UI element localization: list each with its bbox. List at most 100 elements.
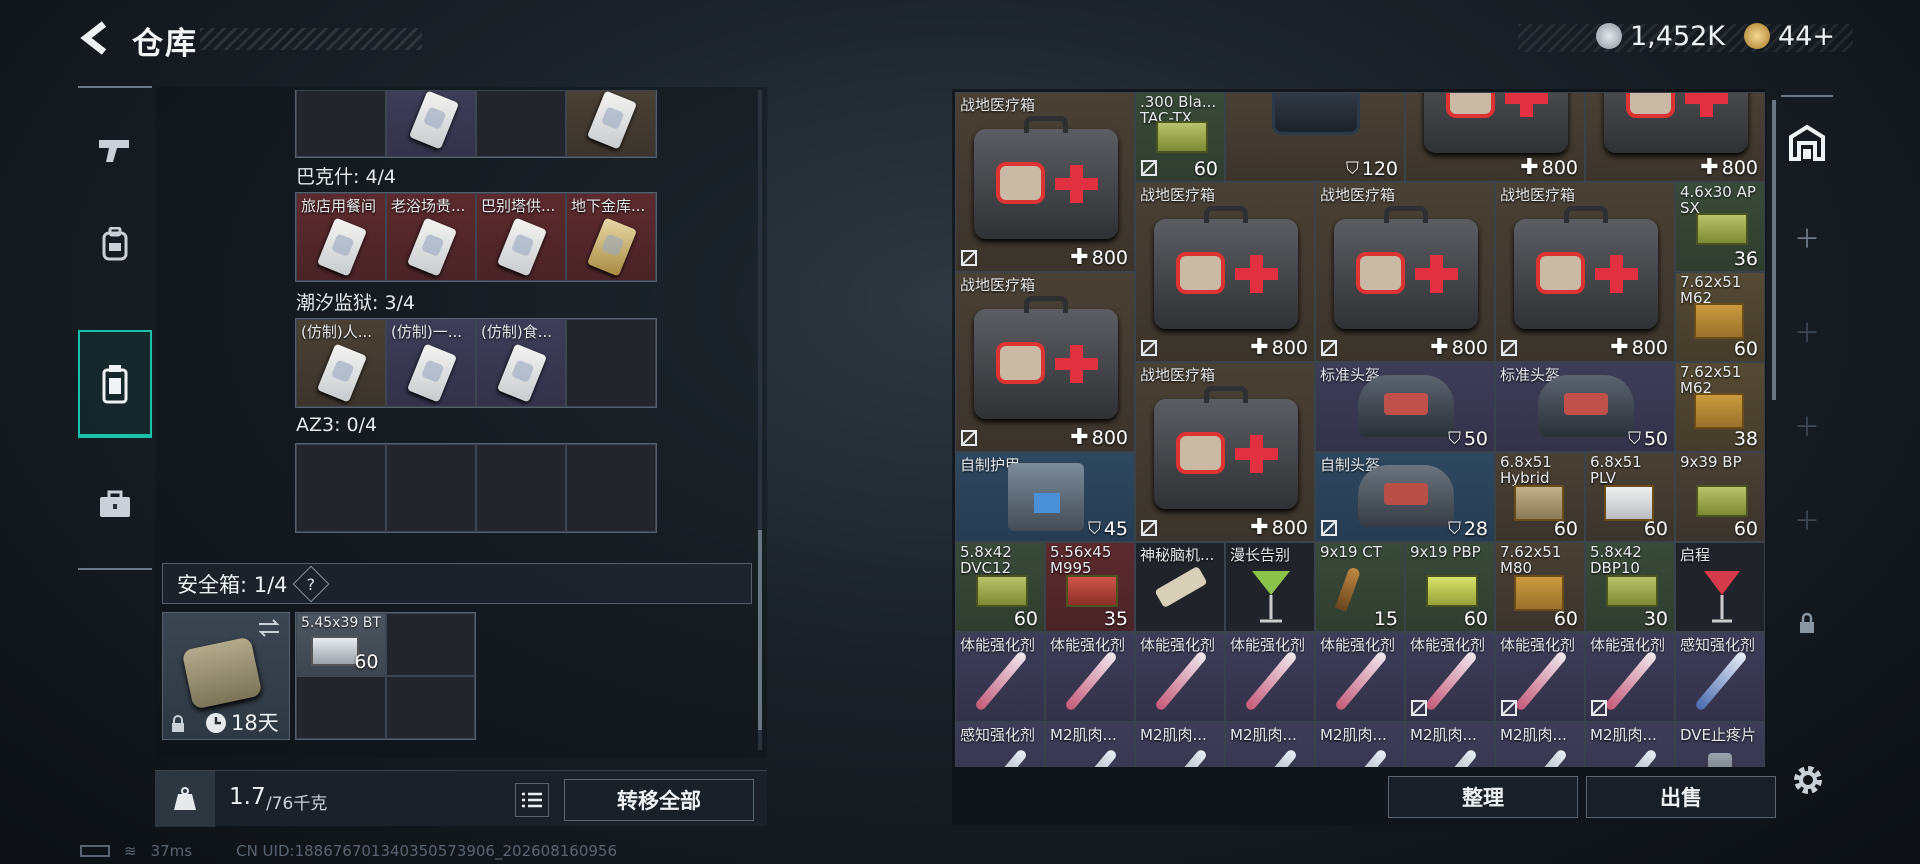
key-grid-bakesh: 旅店用餐间 老浴场贵... 巴别塔供... 地下金库...: [295, 192, 657, 282]
stimulant-item[interactable]: 体能强化剂: [1225, 632, 1315, 722]
nav-backpack[interactable]: [78, 206, 152, 282]
keycard-slot[interactable]: (仿制)人...: [296, 319, 386, 407]
nav-container-active[interactable]: [78, 330, 152, 438]
ammo-item[interactable]: 9x39 BP 60: [1675, 452, 1765, 542]
stimulant-item[interactable]: M2肌肉...: [1315, 722, 1405, 767]
painkiller-item[interactable]: DVE止疼片: [1675, 722, 1765, 767]
stimulant-item[interactable]: 体能强化剂: [1405, 632, 1495, 722]
stimulant-item[interactable]: M2肌肉...: [1045, 722, 1135, 767]
list-view-button[interactable]: [515, 783, 549, 817]
keycard-slot[interactable]: (仿制)一...: [386, 319, 476, 407]
base-icon: [1789, 124, 1825, 161]
stimulant-item[interactable]: 体能强化剂: [1585, 632, 1675, 722]
medkit-item[interactable]: 战地医疗箱 ✚ 800: [1495, 182, 1675, 362]
medkit-item[interactable]: 战地医疗箱 ✚ 800: [1135, 182, 1315, 362]
medkit-item[interactable]: ✚ 800: [1585, 92, 1765, 182]
base-tab[interactable]: [1779, 115, 1835, 171]
weight-current: 1.7: [229, 784, 266, 810]
stimulant-item[interactable]: 体能强化剂: [1135, 632, 1225, 722]
medkit-item[interactable]: 战地医疗箱 ✚ 800: [1135, 362, 1315, 542]
empty-slot[interactable]: [566, 444, 656, 532]
ammo-item[interactable]: 5.8x42 DVC12 60: [955, 542, 1045, 632]
money-display[interactable]: 1,452K: [1596, 16, 1725, 56]
medkit-item[interactable]: 战地医疗箱 ✚ 800: [955, 92, 1135, 272]
safe-box-container[interactable]: 18天: [162, 612, 290, 740]
ammo-item[interactable]: 5.56x45 M995 35: [1045, 542, 1135, 632]
helmet-item[interactable]: 标准头盔 ⛉ 50: [1495, 362, 1675, 452]
stimulant-item[interactable]: M2肌肉...: [1405, 722, 1495, 767]
brain-chip-item[interactable]: 神秘脑机...: [1135, 542, 1225, 632]
keycard-slot[interactable]: 旅店用餐间: [296, 193, 386, 281]
keycard-slot[interactable]: 巴别塔供...: [476, 193, 566, 281]
left-scrollbar[interactable]: [758, 90, 762, 750]
ammo-item[interactable]: 6.8x51 PLV 60: [1585, 452, 1675, 542]
empty-slot[interactable]: [566, 319, 656, 407]
empty-slot[interactable]: [476, 444, 566, 532]
help-icon[interactable]: ?: [292, 565, 329, 602]
armor-item[interactable]: ⛉ 120: [1225, 92, 1405, 182]
stimulant-item[interactable]: 体能强化剂: [1315, 632, 1405, 722]
container-icon: [102, 365, 128, 404]
medkit-item[interactable]: 战地医疗箱 ✚ 800: [1315, 182, 1495, 362]
ammo-item[interactable]: 6.8x51 Hybrid 60: [1495, 452, 1585, 542]
armor-item[interactable]: 自制护甲 ⛉ 45: [955, 452, 1135, 542]
plus-icon[interactable]: ＋: [1779, 209, 1835, 265]
stimulant-item[interactable]: 体能强化剂: [955, 632, 1045, 722]
clock-icon: [206, 713, 226, 733]
no-trade-icon: [1321, 340, 1337, 356]
item-slot[interactable]: [476, 90, 566, 157]
ammo-item[interactable]: 7.62x51 M80 60: [1495, 542, 1585, 632]
item-slot[interactable]: [566, 90, 656, 157]
ammo-item[interactable]: 7.62x51 M62 38: [1675, 362, 1765, 452]
safe-box-grid: 5.45x39 BT 60: [295, 612, 476, 740]
helmet-item[interactable]: 自制头盔 ⛉ 28: [1315, 452, 1495, 542]
helmet-item[interactable]: 标准头盔 ⛉ 50: [1315, 362, 1495, 452]
battery-icon: [80, 845, 110, 857]
empty-slot[interactable]: [385, 676, 475, 739]
item-slot[interactable]: [296, 90, 386, 157]
nav-tools[interactable]: [78, 466, 152, 542]
empty-slot[interactable]: [386, 444, 476, 532]
plus-icon[interactable]: ＋: [1779, 491, 1835, 547]
ammo-item[interactable]: 5.8x42 DBP10 30: [1585, 542, 1675, 632]
item-slot[interactable]: [386, 90, 476, 157]
stimulant-item[interactable]: M2肌肉...: [1225, 722, 1315, 767]
cocktail-item[interactable]: 漫长告别: [1225, 542, 1315, 632]
transfer-all-button[interactable]: 转移全部: [564, 779, 754, 821]
cocktail-item[interactable]: 启程: [1675, 542, 1765, 632]
gear-icon[interactable]: [1790, 762, 1826, 798]
ammo-item[interactable]: .300 Bla... TAC-TX 60: [1135, 92, 1225, 182]
sort-button[interactable]: 整理: [1388, 776, 1578, 818]
empty-slot[interactable]: [296, 444, 386, 532]
token-value: 44+: [1778, 20, 1835, 52]
ammo-item[interactable]: 9x19 CT 15: [1315, 542, 1405, 632]
stimulant-item[interactable]: 感知强化剂: [955, 722, 1045, 767]
empty-slot[interactable]: [296, 676, 386, 739]
ammo-item[interactable]: 7.62x51 M62 60: [1675, 272, 1765, 362]
sell-button[interactable]: 出售: [1586, 776, 1776, 818]
stimulant-item[interactable]: M2肌肉...: [1585, 722, 1675, 767]
no-trade-icon: [1141, 520, 1157, 536]
plus-icon[interactable]: ＋: [1779, 397, 1835, 453]
medkit-item[interactable]: ✚ 800: [1405, 92, 1585, 182]
keycard-slot[interactable]: 老浴场贵...: [386, 193, 476, 281]
ammo-slot[interactable]: 5.45x39 BT 60: [296, 613, 386, 676]
ammo-item[interactable]: 9x19 PBP 60: [1405, 542, 1495, 632]
plus-icon[interactable]: ＋: [1779, 303, 1835, 359]
ammo-item[interactable]: 4.6x30 AP SX 36: [1675, 182, 1765, 272]
no-trade-icon: [1321, 520, 1337, 536]
empty-slot[interactable]: [385, 613, 475, 676]
stimulant-item[interactable]: 体能强化剂: [1045, 632, 1135, 722]
keycard-slot[interactable]: (仿制)食...: [476, 319, 566, 407]
stimulant-item[interactable]: 体能强化剂: [1495, 632, 1585, 722]
stimulant-item[interactable]: 感知强化剂: [1675, 632, 1765, 722]
medkit-item[interactable]: 战地医疗箱 ✚ 800: [955, 272, 1135, 452]
stimulant-item[interactable]: M2肌肉...: [1135, 722, 1225, 767]
token-display[interactable]: 44+: [1744, 16, 1835, 56]
keycard-slot[interactable]: 地下金库...: [566, 193, 656, 281]
money-value: 1,452K: [1630, 20, 1726, 52]
back-arrow-icon[interactable]: [78, 20, 114, 56]
nav-weapons[interactable]: [78, 112, 152, 188]
storage-scrollbar[interactable]: [1772, 100, 1776, 400]
stimulant-item[interactable]: M2肌肉...: [1495, 722, 1585, 767]
